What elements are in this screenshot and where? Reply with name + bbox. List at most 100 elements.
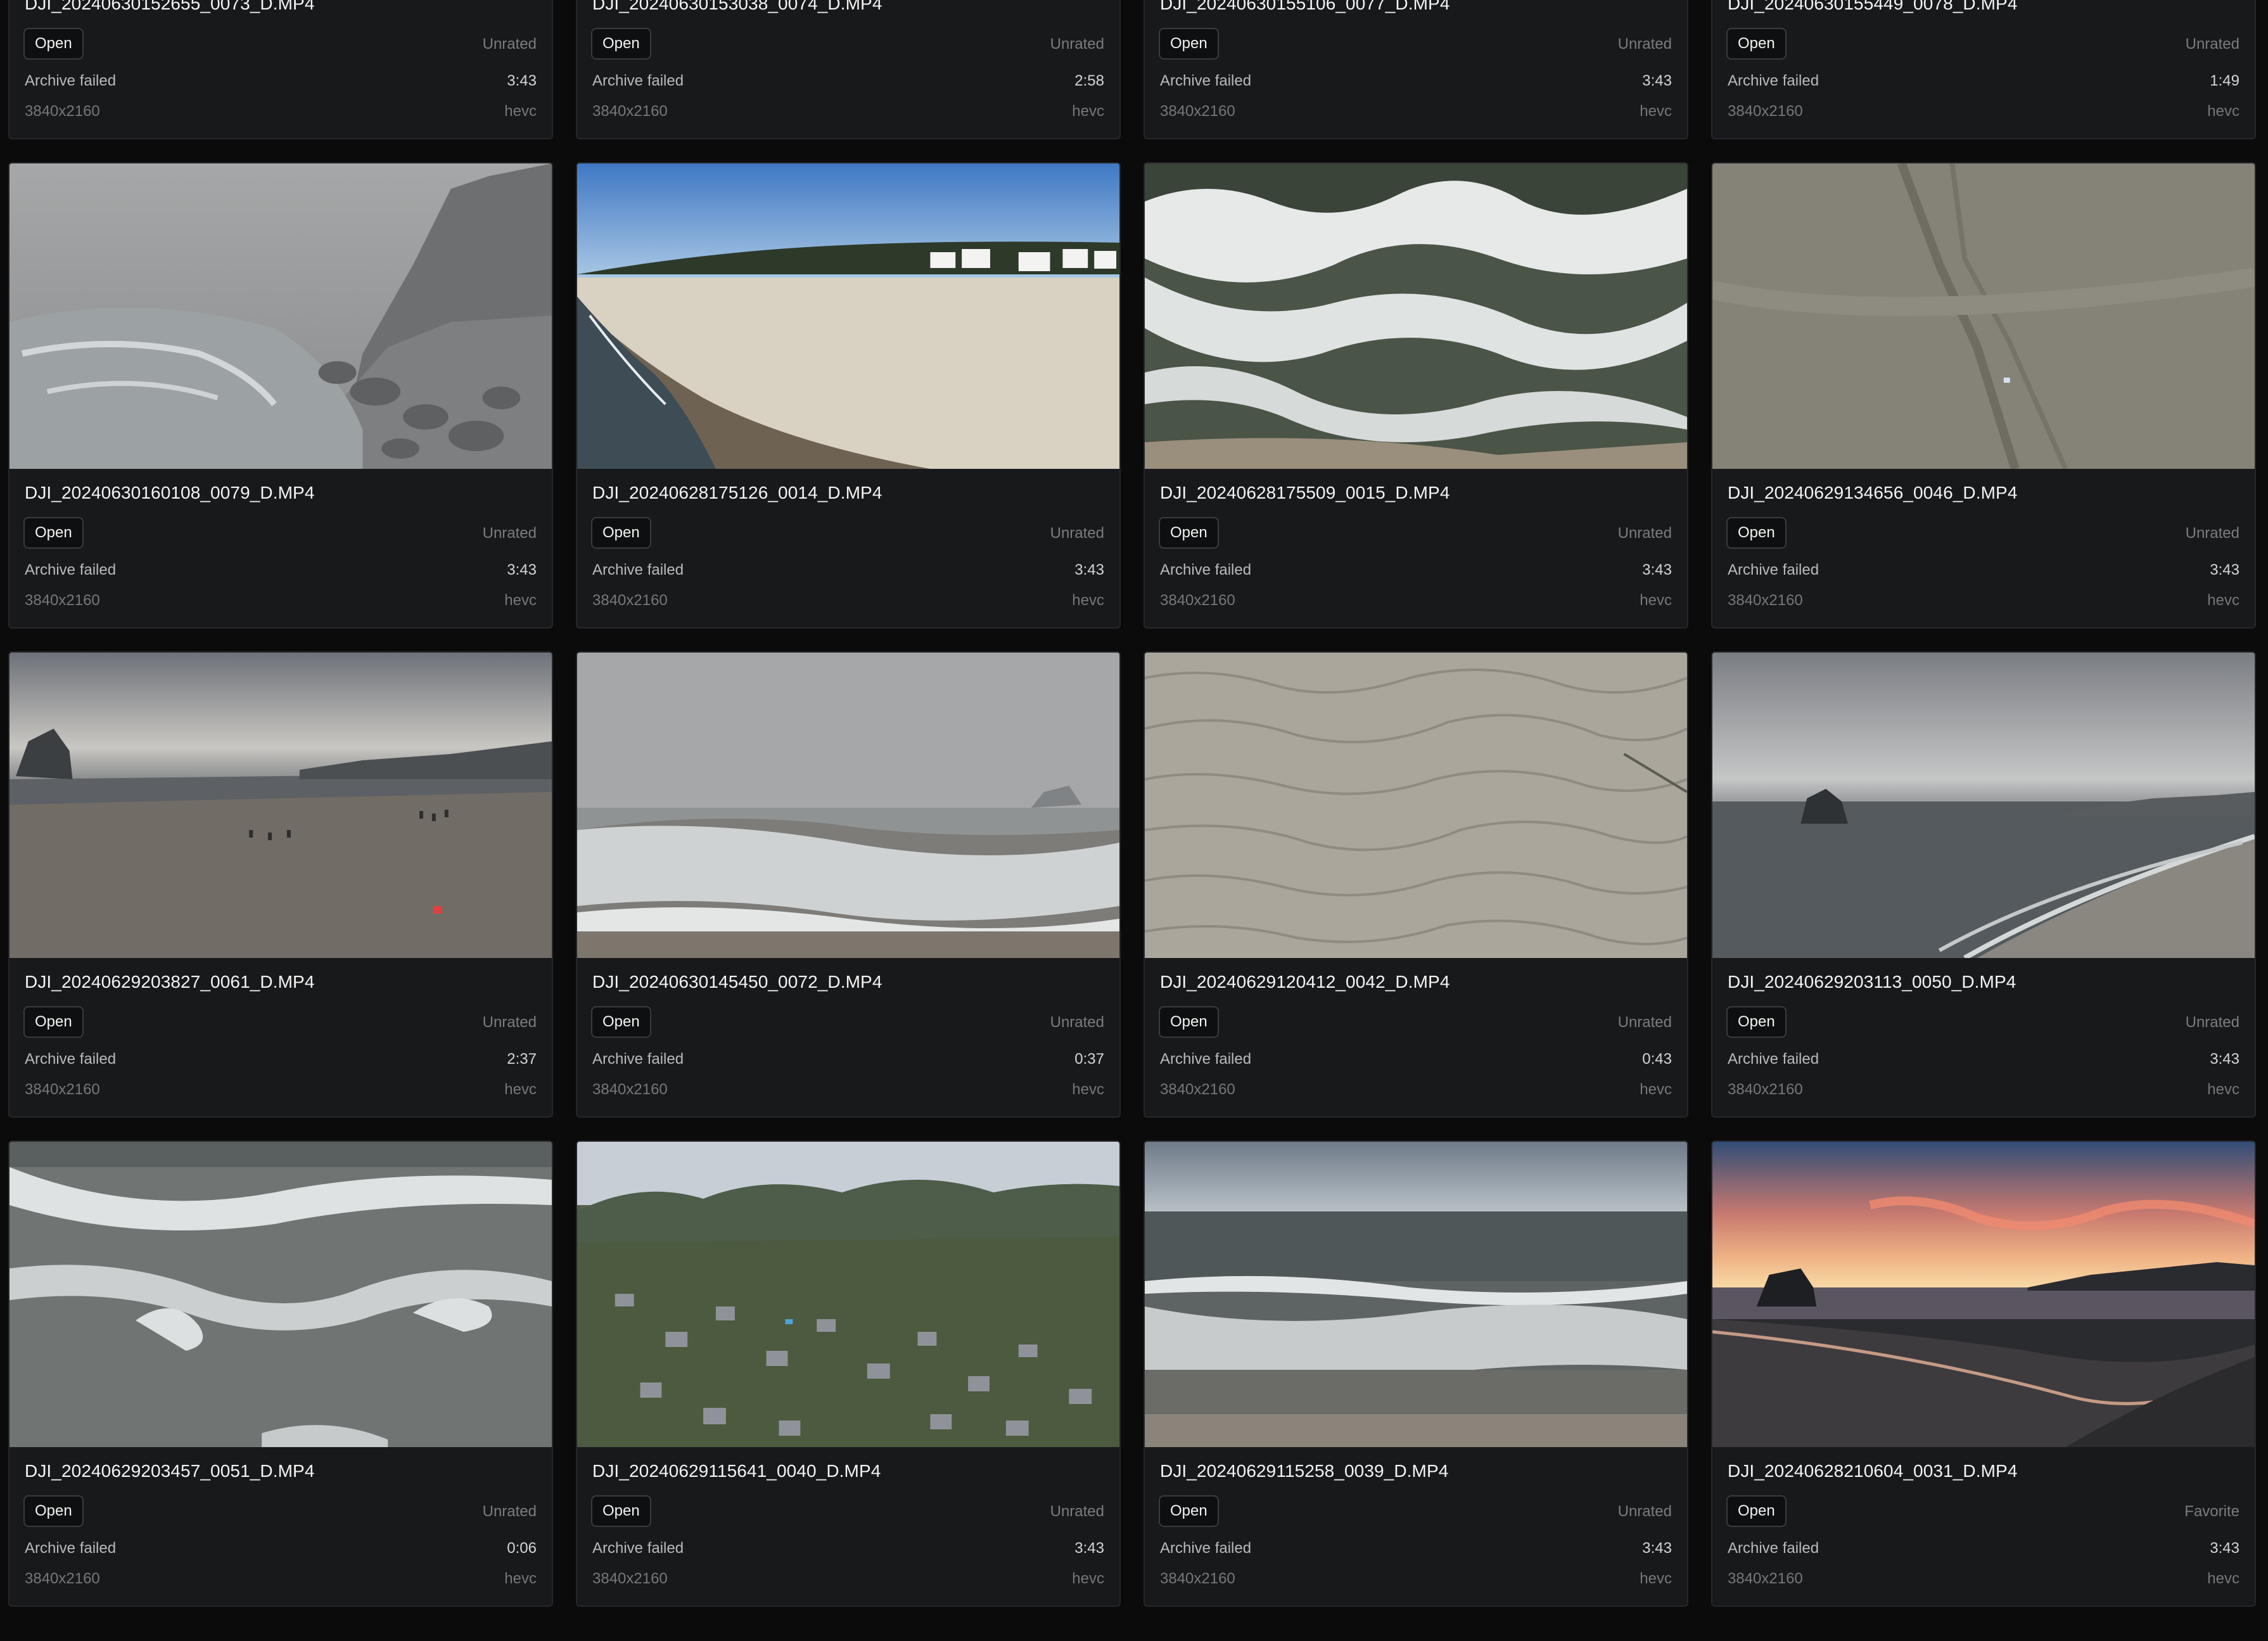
card-info: DJI_20240628210604_0031_D.MP4 Open Favor… xyxy=(1712,1447,2255,1606)
video-thumbnail[interactable] xyxy=(10,653,552,958)
thumbnail-image xyxy=(1712,653,2255,958)
open-button[interactable]: Open xyxy=(23,28,84,60)
duration: 1:49 xyxy=(2210,72,2239,89)
open-button[interactable]: Open xyxy=(591,1006,651,1038)
thumbnail-image xyxy=(1145,653,1687,958)
video-card[interactable]: DJI_20240630152655_0073_D.MP4 Open Unrat… xyxy=(8,0,553,139)
archive-status: Archive failed xyxy=(1160,1540,1252,1557)
video-card[interactable]: DJI_20240628210604_0031_D.MP4 Open Favor… xyxy=(1711,1140,2256,1607)
file-name: DJI_20240630152655_0073_D.MP4 xyxy=(25,0,315,13)
thumbnail-image xyxy=(1712,1142,2255,1447)
resolution: 3840x2160 xyxy=(592,1081,668,1098)
rating-label: Unrated xyxy=(482,1503,537,1520)
open-button[interactable]: Open xyxy=(23,1495,84,1527)
video-thumbnail[interactable] xyxy=(577,1142,1119,1447)
codec: hevc xyxy=(504,103,537,120)
video-thumbnail[interactable] xyxy=(577,163,1119,469)
video-thumbnail[interactable] xyxy=(1712,653,2255,958)
video-card[interactable]: DJI_20240629203113_0050_D.MP4 Open Unrat… xyxy=(1711,651,2256,1118)
open-button[interactable]: Open xyxy=(1726,517,1787,549)
video-thumbnail[interactable] xyxy=(1712,163,2255,469)
card-info: DJI_20240630152655_0073_D.MP4 Open Unrat… xyxy=(10,0,552,138)
video-card[interactable]: DJI_20240630155106_0077_D.MP4 Open Unrat… xyxy=(1144,0,1688,139)
rating-label: Unrated xyxy=(2185,525,2239,542)
codec: hevc xyxy=(504,1570,537,1587)
video-thumbnail[interactable] xyxy=(1712,1142,2255,1447)
archive-status: Archive failed xyxy=(592,72,684,89)
open-button[interactable]: Open xyxy=(1726,28,1787,60)
archive-status: Archive failed xyxy=(1160,1050,1252,1068)
duration: 3:43 xyxy=(507,72,537,89)
video-thumbnail[interactable] xyxy=(10,1142,552,1447)
open-button[interactable]: Open xyxy=(1159,1006,1219,1038)
open-button[interactable]: Open xyxy=(23,1006,84,1038)
card-info: DJI_20240629134656_0046_D.MP4 Open Unrat… xyxy=(1712,469,2255,627)
duration: 2:37 xyxy=(507,1050,537,1068)
video-card[interactable]: DJI_20240630145450_0072_D.MP4 Open Unrat… xyxy=(576,651,1121,1118)
archive-status: Archive failed xyxy=(1728,72,1819,89)
video-card[interactable]: DJI_20240629115258_0039_D.MP4 Open Unrat… xyxy=(1144,1140,1688,1607)
card-info: DJI_20240629120412_0042_D.MP4 Open Unrat… xyxy=(1145,958,1687,1116)
video-card[interactable]: DJI_20240629120412_0042_D.MP4 Open Unrat… xyxy=(1144,651,1688,1118)
open-button[interactable]: Open xyxy=(1159,517,1219,549)
resolution: 3840x2160 xyxy=(1728,103,1803,120)
duration: 3:43 xyxy=(1074,561,1104,578)
file-name: DJI_20240629203457_0051_D.MP4 xyxy=(25,1461,315,1481)
file-name: DJI_20240629115641_0040_D.MP4 xyxy=(592,1461,881,1481)
video-thumbnail[interactable] xyxy=(10,163,552,469)
archive-status: Archive failed xyxy=(1728,561,1819,578)
video-card[interactable]: DJI_20240630160108_0079_D.MP4 Open Unrat… xyxy=(8,162,553,629)
archive-status: Archive failed xyxy=(1728,1050,1819,1068)
duration: 3:43 xyxy=(1074,1540,1104,1557)
open-button[interactable]: Open xyxy=(23,517,84,549)
open-button[interactable]: Open xyxy=(591,517,651,549)
file-name: DJI_20240630160108_0079_D.MP4 xyxy=(25,483,315,502)
video-card[interactable]: DJI_20240629203457_0051_D.MP4 Open Unrat… xyxy=(8,1140,553,1607)
thumbnail-image xyxy=(10,653,552,958)
video-card[interactable]: DJI_20240628175509_0015_D.MP4 Open Unrat… xyxy=(1144,162,1688,629)
open-button[interactable]: Open xyxy=(591,1495,651,1527)
duration: 3:43 xyxy=(507,561,537,578)
video-card[interactable]: DJI_20240630153038_0074_D.MP4 Open Unrat… xyxy=(576,0,1121,139)
video-thumbnail[interactable] xyxy=(1145,1142,1687,1447)
duration: 0:43 xyxy=(1642,1050,1672,1068)
archive-status: Archive failed xyxy=(592,1540,684,1557)
open-button[interactable]: Open xyxy=(1726,1006,1787,1038)
video-card[interactable]: DJI_20240629203827_0061_D.MP4 Open Unrat… xyxy=(8,651,553,1118)
duration: 2:58 xyxy=(1074,72,1104,89)
codec: hevc xyxy=(1640,1570,1672,1587)
resolution: 3840x2160 xyxy=(25,592,100,609)
card-info: DJI_20240630155106_0077_D.MP4 Open Unrat… xyxy=(1145,0,1687,138)
codec: hevc xyxy=(2207,103,2239,120)
open-button[interactable]: Open xyxy=(591,28,651,60)
codec: hevc xyxy=(504,1081,537,1098)
card-info: DJI_20240630153038_0074_D.MP4 Open Unrat… xyxy=(577,0,1119,138)
thumbnail-image xyxy=(577,653,1119,958)
rating-label: Favorite xyxy=(2184,1503,2239,1520)
archive-status: Archive failed xyxy=(1160,561,1252,578)
video-card[interactable]: DJI_20240629134656_0046_D.MP4 Open Unrat… xyxy=(1711,162,2256,629)
rating-label: Unrated xyxy=(482,1014,537,1031)
media-library-viewport: DJI_20240630152655_0073_D.MP4 Open Unrat… xyxy=(0,0,2268,1641)
file-name: DJI_20240629115258_0039_D.MP4 xyxy=(1160,1461,1449,1481)
thumbnail-image xyxy=(1712,163,2255,469)
archive-status: Archive failed xyxy=(25,561,117,578)
card-info: DJI_20240629203827_0061_D.MP4 Open Unrat… xyxy=(10,958,552,1116)
video-card[interactable]: DJI_20240628175126_0014_D.MP4 Open Unrat… xyxy=(576,162,1121,629)
file-name: DJI_20240628175509_0015_D.MP4 xyxy=(1160,483,1450,502)
video-thumbnail[interactable] xyxy=(1145,163,1687,469)
card-info: DJI_20240629203113_0050_D.MP4 Open Unrat… xyxy=(1712,958,2255,1116)
file-name: DJI_20240630155449_0078_D.MP4 xyxy=(1728,0,2018,13)
thumbnail-image xyxy=(10,163,552,469)
open-button[interactable]: Open xyxy=(1159,1495,1219,1527)
resolution: 3840x2160 xyxy=(25,1570,100,1587)
video-thumbnail[interactable] xyxy=(577,653,1119,958)
open-button[interactable]: Open xyxy=(1159,28,1219,60)
archive-status: Archive failed xyxy=(25,1540,117,1557)
open-button[interactable]: Open xyxy=(1726,1495,1787,1527)
video-card[interactable]: DJI_20240629115641_0040_D.MP4 Open Unrat… xyxy=(576,1140,1121,1607)
rating-label: Unrated xyxy=(1050,525,1104,542)
video-thumbnail[interactable] xyxy=(1145,653,1687,958)
video-grid: DJI_20240630152655_0073_D.MP4 Open Unrat… xyxy=(8,0,2256,1607)
video-card[interactable]: DJI_20240630155449_0078_D.MP4 Open Unrat… xyxy=(1711,0,2256,139)
